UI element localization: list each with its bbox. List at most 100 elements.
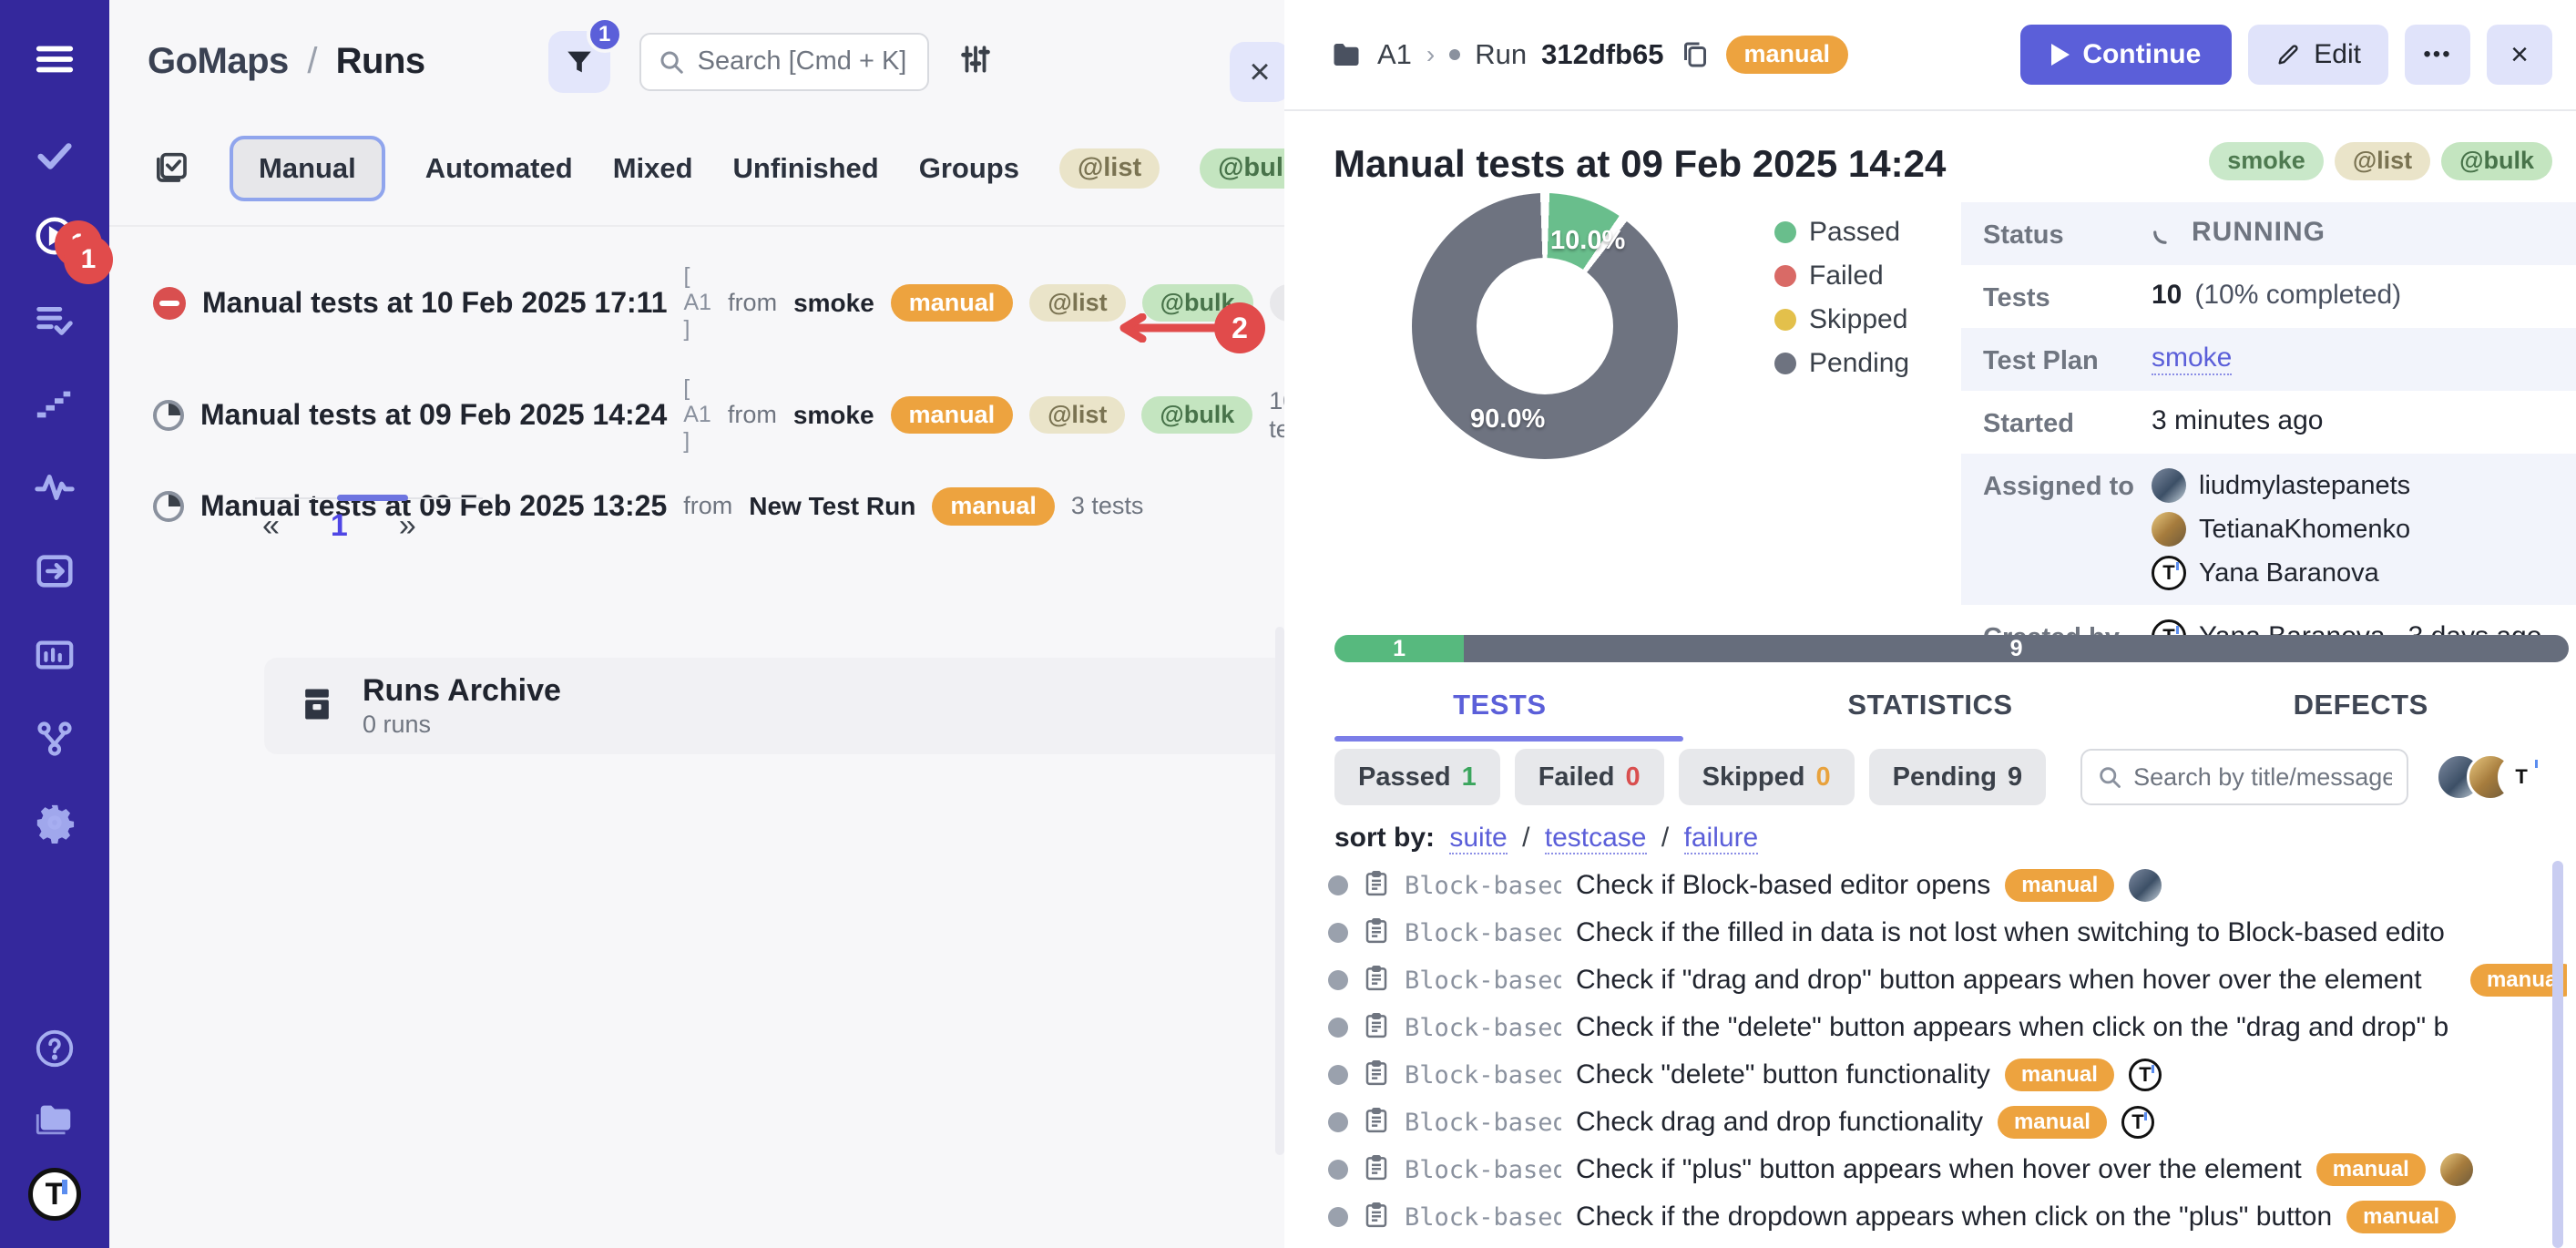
test-row-8[interactable]: Block-based... Check if the dropdown app…	[1284, 1193, 2567, 1241]
sidebar-item-milestones[interactable]	[0, 372, 109, 435]
assignee[interactable]: liudmylastepanets	[2152, 468, 2410, 503]
sidebar-item-activity[interactable]	[0, 455, 109, 519]
test-row-5[interactable]: Block-based... Check "delete" button fun…	[1284, 1051, 2567, 1099]
filter-skipped[interactable]: Skipped0	[1679, 749, 1855, 805]
skipped-dot	[1774, 309, 1796, 331]
display-settings-button[interactable]	[958, 42, 993, 81]
horizontal-scrollbar[interactable]	[255, 497, 483, 499]
test-title: Check drag and drop functionality	[1576, 1107, 1983, 1138]
suite-name: Block-based...	[1405, 919, 1561, 947]
breadcrumb-project[interactable]: A1	[1377, 38, 1412, 71]
running-status-icon	[153, 491, 184, 522]
suite-name: Block-based...	[1405, 967, 1561, 995]
run-row-1[interactable]: Manual tests at 10 Feb 2025 17:11 [ A1 ]…	[109, 247, 1284, 359]
tab-manual[interactable]: Manual	[230, 136, 385, 201]
test-row-6[interactable]: Block-based... Check drag and drop funct…	[1284, 1099, 2567, 1146]
tab-automated[interactable]: Automated	[425, 152, 573, 185]
tab-groups[interactable]: Groups	[919, 152, 1019, 185]
page-number[interactable]: 1	[331, 508, 348, 544]
filter-failed[interactable]: Failed0	[1515, 749, 1664, 805]
assignee[interactable]: TetianaKhomenko	[2152, 512, 2410, 547]
breadcrumb-project[interactable]: GoMaps	[148, 41, 289, 81]
assignee-avatar-stack[interactable]: T	[2436, 753, 2545, 801]
sidebar-item-imports[interactable]	[0, 539, 109, 603]
run-detail-panel: A1 › Run 312dfb65 manual Continue Edit •…	[1284, 0, 2576, 1248]
manual-badge: manual	[2005, 869, 2114, 902]
filter-button[interactable]: 1	[548, 31, 610, 93]
manual-badge: manual	[2346, 1201, 2456, 1233]
edit-button[interactable]: Edit	[2248, 25, 2388, 85]
tab-defects[interactable]: DEFECTS	[2145, 676, 2576, 742]
test-row-1[interactable]: Block-based... Check if Block-based edit…	[1284, 862, 2567, 909]
progress-passed-segment: 1	[1334, 635, 1464, 662]
tests-search-input[interactable]	[2133, 763, 2392, 792]
suite-name: Block-based...	[1405, 872, 1561, 900]
sort-by-failure[interactable]: failure	[1684, 823, 1759, 854]
clipboard-icon	[1363, 1202, 1390, 1233]
clipboard-icon	[1363, 1059, 1390, 1091]
page-prev-button[interactable]: «	[262, 508, 280, 544]
sidebar-item-reports[interactable]	[0, 623, 109, 687]
close-detail-button[interactable]: ×	[2487, 25, 2552, 85]
sidebar-item-testcases[interactable]	[0, 124, 109, 188]
page-next-button[interactable]: »	[399, 508, 416, 544]
tab-unfinished[interactable]: Unfinished	[733, 152, 879, 185]
tab-statistics[interactable]: STATISTICS	[1715, 676, 2146, 742]
more-button[interactable]: •••	[2405, 25, 2470, 85]
menu-button[interactable]	[0, 27, 109, 91]
test-row-4[interactable]: Block-based... Check if the "delete" but…	[1284, 1004, 2567, 1051]
suite-name: Block-based...	[1405, 1014, 1561, 1042]
account-avatar[interactable]: T	[0, 1162, 109, 1226]
select-all-button[interactable]	[153, 148, 189, 189]
scrollbar-thumb[interactable]	[337, 495, 408, 501]
runs-search[interactable]	[639, 33, 929, 91]
bulk-tag-badge: @bulk	[1141, 396, 1252, 435]
sidebar: 1 T	[0, 0, 109, 1248]
run-title: Manual tests at 09 Feb 2025 14:24	[200, 398, 667, 432]
test-row-2[interactable]: Block-based... Check if the filled in da…	[1284, 909, 2567, 956]
help-button[interactable]	[0, 1017, 109, 1080]
tests-search[interactable]	[2080, 749, 2408, 805]
test-title: Check if "plus" button appears when hove…	[1576, 1154, 2302, 1185]
test-title: Check if the dropdown appears when click…	[1576, 1202, 2332, 1233]
close-panel-button[interactable]: ×	[1230, 42, 1290, 102]
tab-mixed[interactable]: Mixed	[613, 152, 693, 185]
help-icon	[34, 1028, 76, 1069]
test-row-3[interactable]: Block-based... Check if "drag and drop" …	[1284, 956, 2567, 1004]
run-row-2[interactable]: Manual tests at 09 Feb 2025 14:24 [ A1 ]…	[109, 359, 1284, 471]
sidebar-item-test-plans[interactable]	[0, 288, 109, 352]
test-row-partial[interactable]	[1284, 1241, 2567, 1248]
avatar: T	[2129, 1059, 2162, 1091]
sort-by-testcase[interactable]: testcase	[1545, 823, 1647, 854]
tests-row: Tests 10 (10% completed)	[1961, 265, 2576, 328]
suite-name: Block-based...	[1405, 1203, 1561, 1232]
continue-button[interactable]: Continue	[2020, 25, 2232, 85]
filter-passed[interactable]: Passed1	[1334, 749, 1500, 805]
annotation-circle-1: 1	[64, 235, 113, 284]
runs-archive-card[interactable]: Runs Archive 0 runs ›	[264, 658, 1381, 754]
sort-by-suite[interactable]: suite	[1449, 823, 1507, 854]
failed-dot	[1774, 265, 1796, 287]
copy-icon[interactable]	[1679, 38, 1712, 71]
tab-tests[interactable]: TESTS	[1284, 676, 1715, 742]
projects-button[interactable]	[0, 1088, 109, 1151]
folder-icon	[34, 1099, 76, 1141]
sidebar-item-integrations[interactable]	[0, 707, 109, 771]
test-plan-link[interactable]: smoke	[2152, 343, 2232, 375]
suite-name: Block-based...	[1405, 1156, 1561, 1184]
assignee[interactable]: TYana Baranova	[2152, 556, 2410, 590]
tag-filter-list[interactable]: @list	[1059, 148, 1160, 189]
bulk-tag-badge: @bulk	[2441, 142, 2552, 180]
sidebar-item-settings[interactable]	[0, 791, 109, 854]
tests-scrollbar[interactable]	[2552, 861, 2563, 1248]
started-row: Started 3 minutes ago	[1961, 391, 2576, 454]
runs-search-input[interactable]	[698, 46, 911, 77]
filter-pending[interactable]: Pending9	[1869, 749, 2047, 805]
test-row-7[interactable]: Block-based... Check if "plus" button ap…	[1284, 1146, 2567, 1193]
passed-dot	[1774, 221, 1796, 243]
left-panel-scrollbar[interactable]	[1275, 627, 1284, 1155]
clipboard-icon	[1363, 1012, 1390, 1044]
archive-icon	[297, 684, 337, 729]
tests-list: Block-based... Check if Block-based edit…	[1284, 862, 2567, 1248]
avatar: T	[2121, 1106, 2154, 1139]
